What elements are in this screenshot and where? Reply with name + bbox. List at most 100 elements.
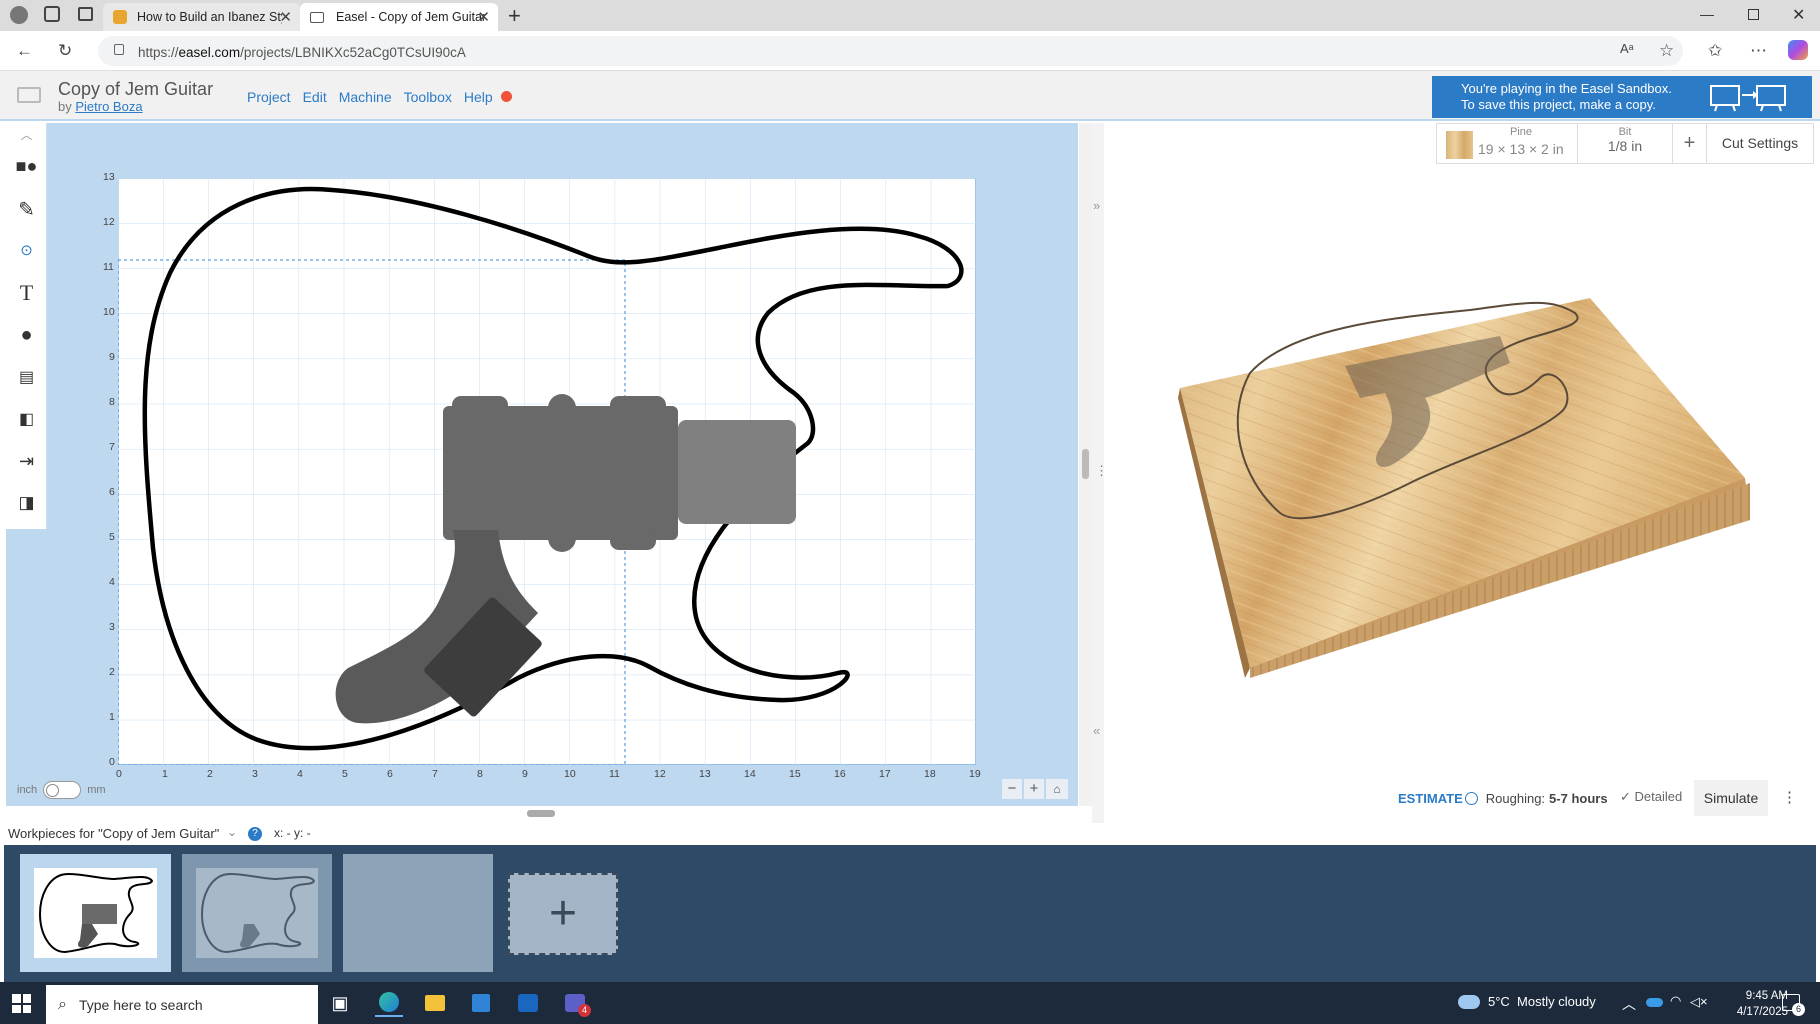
y-tick: 11 [103,261,114,273]
workpiece-thumb-3[interactable] [343,854,493,972]
simulate-button[interactable]: Simulate [1694,780,1768,816]
author-link[interactable]: Pietro Boza [75,99,142,114]
more-menu-icon[interactable]: ⋯ [1750,41,1767,61]
task-view-icon[interactable]: ▣ [326,989,354,1017]
y-tick: 8 [109,396,115,408]
home-view-icon[interactable]: ⌂ [1046,779,1068,799]
tab-ibanez[interactable]: How to Build an Ibanez Style Elect ✕ [103,3,300,31]
minimize-icon[interactable]: — [1700,6,1714,22]
file-explorer-icon[interactable] [421,989,449,1017]
favorite-star-icon[interactable]: ☆ [1659,41,1674,61]
add-workpiece-button[interactable]: + [508,873,618,955]
clock[interactable]: 9:45 AM 4/17/2025 [1708,988,1788,1020]
workpieces-label[interactable]: Workpieces for "Copy of Jem Guitar" [8,826,219,841]
teams-icon[interactable]: 4 [561,989,591,1017]
close-tab-icon[interactable]: ✕ [279,8,292,26]
tab-actions-icon[interactable] [78,7,93,21]
x-tick: 0 [116,768,122,780]
horizontal-scroll-handle[interactable] [527,810,555,817]
zoom-out-button[interactable]: − [1002,779,1022,799]
workspaces-icon[interactable] [44,6,60,22]
x-tick: 6 [387,768,393,780]
roughing-label: Roughing: [1485,790,1546,806]
close-window-icon[interactable]: ✕ [1792,5,1805,25]
y-tick: 12 [103,216,115,228]
menu-project[interactable]: Project [247,89,291,105]
expand-left-icon[interactable]: « [1093,723,1100,738]
pen-icon[interactable]: ✎ [6,189,47,229]
bridge-block[interactable] [678,420,796,524]
restore-icon[interactable] [1748,9,1759,20]
collapse-toolbar-icon[interactable]: ︿ [6,123,47,145]
menu-edit[interactable]: Edit [303,89,327,105]
onedrive-icon[interactable] [1646,998,1663,1007]
edge-icon[interactable] [375,989,403,1017]
copilot-icon[interactable] [1788,40,1808,60]
zoom-in-button[interactable]: + [1024,779,1044,799]
taskbar-search[interactable]: ⌕ Type here to search [46,985,318,1024]
url-field[interactable]: https://easel.com/projects/LBNIKXc52aCg0… [98,36,1683,66]
cube-icon[interactable]: ◨ [6,483,47,523]
store-icon[interactable] [467,989,495,1017]
start-windows-icon[interactable] [12,994,31,1013]
volume-icon[interactable]: ◁× [1690,994,1708,1010]
workpiece-grid[interactable] [118,178,976,765]
refresh-icon[interactable]: ↻ [58,41,72,61]
help-icon[interactable]: ? [248,827,262,841]
back-icon[interactable]: ← [16,41,33,61]
y-tick: 4 [109,576,115,588]
unit-toggle[interactable]: inch mm [17,781,106,799]
close-tab-icon[interactable]: ✕ [477,8,490,26]
expand-right-icon[interactable]: » [1093,198,1100,213]
canvas-right-scrollbar[interactable] [1079,123,1092,806]
more-options-icon[interactable]: ⋮ [1782,788,1797,806]
favorites-icon[interactable]: ✩ [1708,41,1722,61]
tray-chevron-icon[interactable]: ︿ [1622,994,1636,1014]
material-selector[interactable]: Pine 19 × 13 × 2 in [1437,124,1578,163]
estimate-label[interactable]: ESTIMATE [1398,791,1463,806]
y-tick: 2 [109,666,115,678]
outlook-icon[interactable] [514,989,542,1017]
sandbox-banner[interactable]: You're playing in the Easel Sandbox. To … [1432,76,1812,118]
menu-help[interactable]: Help [464,89,493,105]
wifi-icon[interactable]: ◠ [1670,993,1681,1009]
new-tab-icon[interactable]: + [508,3,521,29]
import-icon[interactable]: ⇥ [6,441,47,481]
x-tick: 14 [744,768,756,780]
tab-favicon-icon [310,11,324,23]
scroll-thumb[interactable] [1082,449,1089,479]
clock-time: 9:45 AM [1745,990,1788,1002]
icons-apple-icon[interactable]: ● [6,315,47,355]
pickup-tab [610,530,656,550]
bit-selector[interactable]: Bit 1/8 in [1578,124,1673,163]
menu-machine[interactable]: Machine [339,89,392,105]
apps-ruler-icon[interactable]: ▤ [6,357,47,397]
detailed-option[interactable]: ✓ Detailed [1620,789,1682,805]
text-icon[interactable]: T [6,273,47,313]
pane-divider[interactable]: » ⋮ « [1092,123,1108,823]
unit-switch[interactable] [43,781,82,799]
3d-preview-render[interactable] [1170,288,1760,678]
weather-widget[interactable]: 5°C Mostly cloudy [1458,994,1596,1009]
menu-toolbox[interactable]: Toolbox [404,89,452,105]
easel-logo-icon[interactable] [17,87,41,103]
project-title[interactable]: Copy of Jem Guitar [58,79,213,100]
workpiece-thumb-active[interactable] [20,854,171,972]
x-tick: 9 [522,768,528,780]
notifications-icon[interactable]: 6 [1782,994,1805,1016]
tab-title: Easel - Copy of Jem Guitar [336,10,487,24]
y-tick: 5 [109,531,115,543]
search-icon: ⌕ [58,995,67,1013]
shapes-icon[interactable]: ■● [6,146,47,186]
3d-box-icon[interactable]: ◧ [6,399,47,439]
add-bit-button[interactable]: + [1673,124,1707,163]
x-tick: 15 [789,768,801,780]
profile-icon[interactable] [10,6,28,24]
workpiece-thumb-2[interactable] [182,854,332,972]
chevron-down-icon[interactable]: ⌄ [227,825,237,839]
humbucker-cavity[interactable] [443,406,678,540]
tab-easel[interactable]: Easel - Copy of Jem Guitar ✕ [300,3,498,31]
cut-settings-button[interactable]: Cut Settings [1707,124,1813,163]
point-icon[interactable]: ⊙ [6,230,47,270]
read-aloud-icon[interactable]: Aᵃ [1620,41,1634,56]
